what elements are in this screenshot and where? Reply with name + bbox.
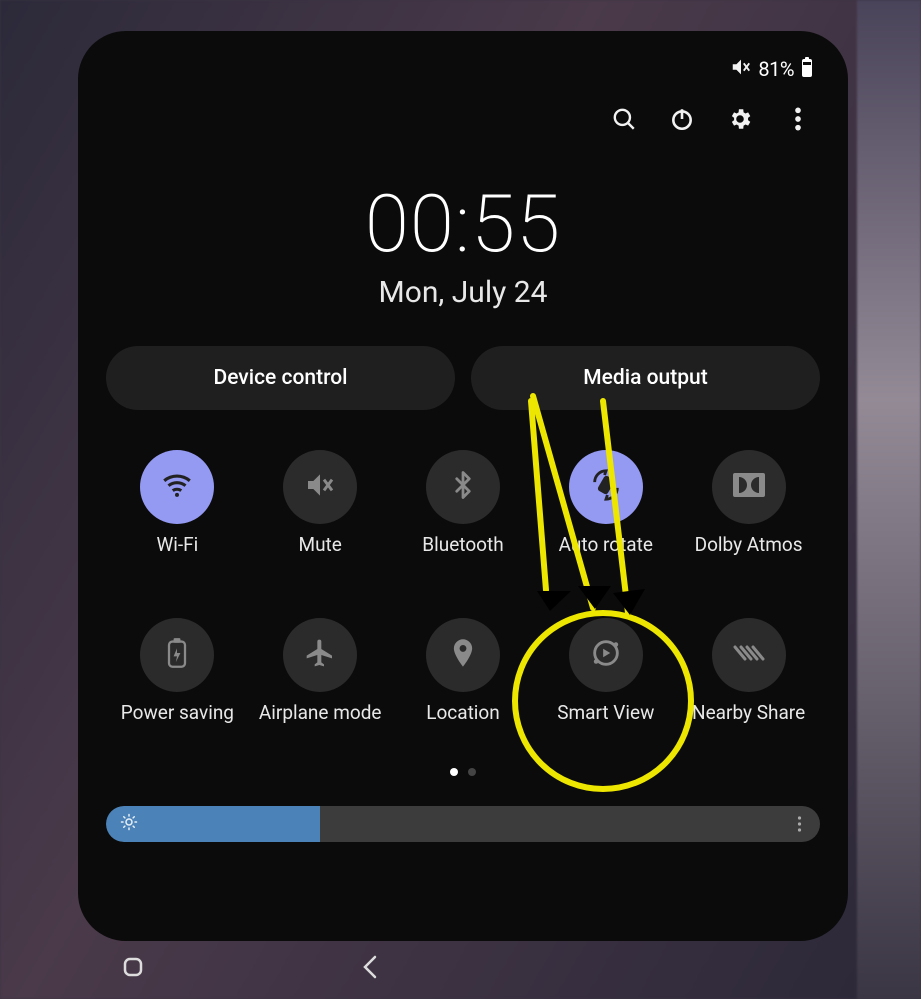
location-icon (449, 637, 477, 673)
location-toggle[interactable] (426, 618, 500, 692)
tile-wifi: Wi-Fi (112, 450, 242, 578)
battery-saver-icon (164, 637, 190, 673)
tile-label: Auto rotate (559, 534, 653, 578)
autorotate-toggle[interactable] (569, 450, 643, 524)
mute-icon (304, 469, 336, 505)
tile-bluetooth: Bluetooth (398, 450, 528, 578)
bluetooth-toggle[interactable] (426, 450, 500, 524)
battery-percent-label: 81% (758, 57, 794, 81)
quick-settings-panel: 81% 00:55 Mon, July 24 Device control Me… (78, 31, 848, 941)
brightness-more-icon[interactable] (790, 815, 808, 833)
recents-button[interactable] (118, 952, 148, 982)
dolby-icon (733, 473, 765, 501)
tile-autorotate: Auto rotate (541, 450, 671, 578)
tile-mute: Mute (255, 450, 385, 578)
mute-status-icon (730, 56, 752, 83)
bluetooth-icon (448, 470, 478, 504)
tile-label: Smart View (557, 702, 654, 746)
clock-date: Mon, July 24 (106, 275, 820, 310)
dolby-toggle[interactable] (712, 450, 786, 524)
tile-powersaving: Power saving (112, 618, 242, 746)
brightness-slider[interactable] (106, 806, 820, 842)
airplane-toggle[interactable] (283, 618, 357, 692)
settings-icon[interactable] (726, 105, 754, 133)
tile-smartview: Smart View (541, 618, 671, 746)
tile-label: Dolby Atmos (695, 534, 803, 578)
tile-label: Nearby Share (692, 702, 805, 746)
airplane-icon (304, 637, 336, 673)
clock-time: 00:55 (106, 177, 820, 271)
tile-label: Location (426, 702, 500, 746)
smartview-toggle[interactable] (569, 618, 643, 692)
page-indicator[interactable] (106, 768, 820, 776)
panel-toolbar (106, 87, 820, 141)
tile-location: Location (398, 618, 528, 746)
brightness-icon (120, 813, 138, 835)
tile-label: Bluetooth (422, 534, 503, 578)
navigation-bar (78, 943, 848, 991)
media-output-label: Media output (583, 366, 707, 390)
more-icon[interactable] (784, 105, 812, 133)
battery-icon (800, 56, 814, 83)
tile-label: Airplane mode (259, 702, 382, 746)
tile-label: Power saving (121, 702, 234, 746)
tile-label: Wi-Fi (156, 534, 198, 578)
pill-row: Device control Media output (106, 346, 820, 410)
tile-airplane: Airplane mode (255, 618, 385, 746)
search-icon[interactable] (610, 105, 638, 133)
tile-nearbyshare: Nearby Share (684, 618, 814, 746)
media-output-button[interactable]: Media output (471, 346, 820, 410)
tile-dolby: Dolby Atmos (684, 450, 814, 578)
wifi-icon (160, 468, 194, 506)
brightness-fill (106, 806, 320, 842)
page-dot-1 (450, 768, 458, 776)
tile-label: Mute (299, 534, 342, 578)
device-control-button[interactable]: Device control (106, 346, 455, 410)
quick-tiles-grid: Wi-Fi Mute Bluetooth Auto (106, 450, 820, 746)
autorotate-icon (589, 468, 623, 506)
nearbyshare-icon (731, 641, 767, 669)
smartview-icon (589, 636, 623, 674)
clock-block: 00:55 Mon, July 24 (106, 177, 820, 310)
power-icon[interactable] (668, 105, 696, 133)
back-button[interactable] (356, 952, 386, 982)
wifi-toggle[interactable] (140, 450, 214, 524)
nearbyshare-toggle[interactable] (712, 618, 786, 692)
status-bar: 81% (106, 51, 820, 87)
powersaving-toggle[interactable] (140, 618, 214, 692)
device-control-label: Device control (213, 366, 347, 390)
mute-toggle[interactable] (283, 450, 357, 524)
page-dot-2 (468, 768, 476, 776)
